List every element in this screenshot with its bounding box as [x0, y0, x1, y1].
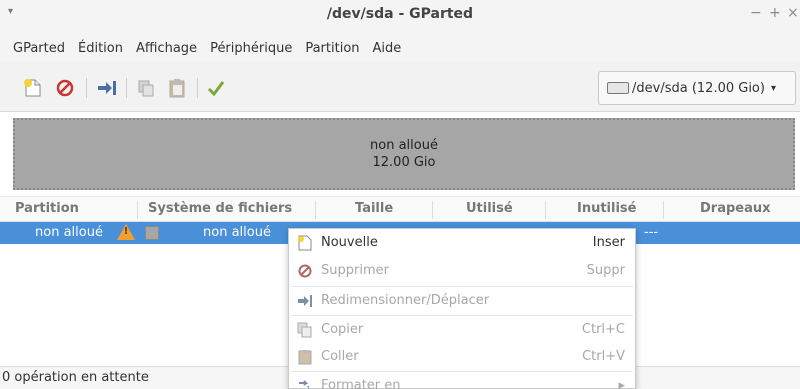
paste-button[interactable] — [165, 76, 189, 100]
copy-button[interactable] — [134, 76, 158, 100]
delete-icon — [56, 79, 74, 97]
menu-gparted[interactable]: GParted — [13, 41, 65, 56]
disk-map-label: non alloué — [370, 138, 438, 153]
delete-icon — [297, 263, 313, 279]
filesystem-color-swatch — [145, 226, 159, 240]
column-divider — [137, 201, 138, 219]
device-selector[interactable]: /dev/sda (12.00 Gio) ▾ — [598, 71, 796, 105]
column-divider — [545, 201, 546, 219]
apply-button[interactable] — [204, 76, 228, 100]
copy-icon — [138, 80, 154, 97]
menu-item-label: Copier — [321, 322, 364, 337]
svg-text:1: 1 — [306, 385, 311, 389]
menu-aide[interactable]: Aide — [373, 41, 402, 56]
submenu-arrow-icon: ▸ — [618, 378, 625, 389]
copy-icon — [297, 322, 313, 338]
new-document-icon — [24, 79, 41, 97]
menu-affichage[interactable]: Affichage — [136, 41, 197, 56]
menu-item-label: Redimensionner/Déplacer — [321, 293, 490, 308]
menu-item-redimensionner[interactable]: Redimensionner/Déplacer — [289, 287, 635, 315]
menu-item-nouvelle[interactable]: Nouvelle Inser — [289, 229, 635, 257]
new-document-icon — [297, 235, 313, 251]
toolbar-separator — [197, 78, 198, 98]
disk-map-unallocated[interactable]: non alloué 12.00 Gio — [13, 118, 795, 190]
menu-partition[interactable]: Partition — [305, 41, 359, 56]
partition-table-header: Partition Système de fichiers Taille Uti… — [0, 196, 800, 222]
checkmark-icon — [207, 81, 225, 97]
menu-item-label: Supprimer — [321, 263, 389, 278]
column-used[interactable]: Utilisé — [466, 201, 513, 216]
row-filesystem: non alloué — [203, 225, 271, 240]
menu-item-shortcut: Suppr — [586, 263, 625, 278]
maximize-button[interactable]: + — [769, 5, 781, 21]
column-divider — [315, 201, 316, 219]
toolbar: /dev/sda (12.00 Gio) ▾ — [0, 62, 800, 112]
window-title: /dev/sda - GParted — [326, 6, 474, 22]
menu-item-supprimer[interactable]: Supprimer Suppr — [289, 257, 635, 285]
new-partition-button[interactable] — [21, 76, 45, 100]
column-partition[interactable]: Partition — [15, 201, 79, 216]
warning-mark: ! — [123, 226, 129, 237]
menu-item-label: Nouvelle — [321, 235, 378, 250]
resize-icon — [98, 81, 116, 95]
status-text: 0 opération en attente — [2, 370, 149, 385]
menu-peripherique[interactable]: Périphérique — [210, 41, 292, 56]
paste-icon — [297, 349, 313, 365]
context-menu: Nouvelle Inser Supprimer Suppr Redimensi… — [288, 228, 636, 389]
row-unused: --- — [644, 225, 659, 240]
menu-item-formater-en[interactable]: 1 Formater en ▸ — [289, 372, 635, 389]
paste-icon — [169, 79, 185, 98]
menu-edition[interactable]: Édition — [78, 41, 123, 56]
chevron-down-icon: ▾ — [770, 82, 776, 94]
resize-move-button[interactable] — [95, 76, 119, 100]
menu-bar: GParted Édition Affichage Périphérique P… — [0, 34, 800, 62]
menu-item-coller[interactable]: Coller Ctrl+V — [289, 343, 635, 371]
title-bar: ▾ /dev/sda - GParted − + × — [0, 0, 800, 34]
column-filesystem[interactable]: Système de fichiers — [148, 201, 292, 216]
toolbar-separator — [126, 78, 127, 98]
menu-item-shortcut: Inser — [592, 235, 625, 250]
row-partition: non alloué — [35, 225, 103, 240]
close-button[interactable]: × — [787, 5, 799, 21]
menu-item-shortcut: Ctrl+C — [581, 322, 625, 337]
minimize-button[interactable]: − — [750, 5, 762, 21]
format-icon: 1 — [297, 378, 313, 389]
menu-item-shortcut: Ctrl+V — [582, 349, 625, 364]
menu-item-label: Formater en — [321, 378, 401, 389]
column-divider — [432, 201, 433, 219]
disk-map-size: 12.00 Gio — [372, 155, 436, 170]
column-divider — [663, 201, 664, 219]
column-flags[interactable]: Drapeaux — [700, 201, 771, 216]
resize-icon — [297, 293, 313, 309]
column-size[interactable]: Taille — [355, 201, 393, 216]
toolbar-separator — [86, 78, 87, 98]
harddisk-icon — [607, 82, 629, 94]
menu-item-copier[interactable]: Copier Ctrl+C — [289, 316, 635, 344]
column-unused[interactable]: Inutilisé — [577, 201, 636, 216]
device-selector-label: /dev/sda (12.00 Gio) — [632, 80, 765, 96]
menu-item-label: Coller — [321, 349, 359, 364]
delete-partition-button[interactable] — [53, 76, 77, 100]
